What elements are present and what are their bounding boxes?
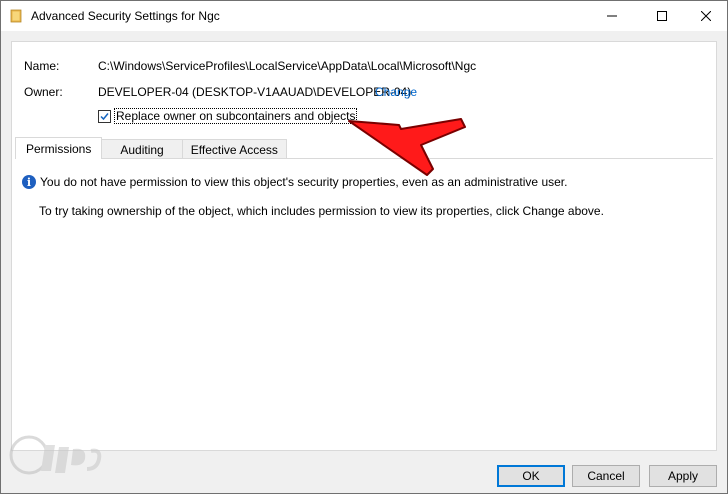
window-title: Advanced Security Settings for Ngc [31, 9, 220, 23]
name-value: C:\Windows\ServiceProfiles\LocalService\… [98, 59, 477, 73]
content-area: Name: C:\Windows\ServiceProfiles\LocalSe… [11, 41, 717, 451]
replace-owner-checkbox[interactable] [98, 109, 111, 123]
maximize-icon [657, 11, 667, 21]
replace-owner-label: Replace owner on subcontainers and objec… [114, 108, 358, 124]
tab-bar: Permissions Auditing Effective Access [15, 137, 287, 159]
close-icon [701, 11, 711, 21]
cancel-button[interactable]: Cancel [572, 465, 640, 487]
tab-effective-access[interactable]: Effective Access [181, 139, 287, 159]
replace-owner-option[interactable]: Replace owner on subcontainers and objec… [98, 108, 358, 124]
checkmark-icon [100, 112, 109, 120]
maximize-button[interactable] [639, 1, 685, 31]
minimize-icon [607, 15, 617, 17]
change-owner-link[interactable]: Change [375, 85, 417, 99]
minimize-button[interactable] [589, 1, 635, 31]
info-message: You do not have permission to view this … [40, 175, 568, 189]
close-button[interactable] [683, 1, 728, 31]
red-arrow-annotation-icon [348, 118, 466, 176]
owner-label: Owner: [24, 85, 63, 99]
security-settings-window: Advanced Security Settings for Ngc Name:… [0, 0, 728, 494]
name-label: Name: [24, 59, 60, 73]
apply-button[interactable]: Apply [649, 465, 717, 487]
ok-button[interactable]: OK [497, 465, 565, 487]
watermark-logo-icon [9, 435, 102, 475]
hint-message: To try taking ownership of the object, w… [39, 204, 604, 218]
tab-auditing[interactable]: Auditing [101, 139, 183, 159]
folder-icon [10, 9, 22, 23]
title-bar[interactable]: Advanced Security Settings for Ngc [1, 1, 727, 31]
info-message-row: i You do not have permission to view thi… [22, 175, 567, 189]
tab-permissions[interactable]: Permissions [15, 137, 103, 159]
owner-value: DEVELOPER-04 (DESKTOP-V1AAUAD\DEVELOPER-… [98, 85, 412, 99]
info-icon: i [22, 175, 36, 189]
